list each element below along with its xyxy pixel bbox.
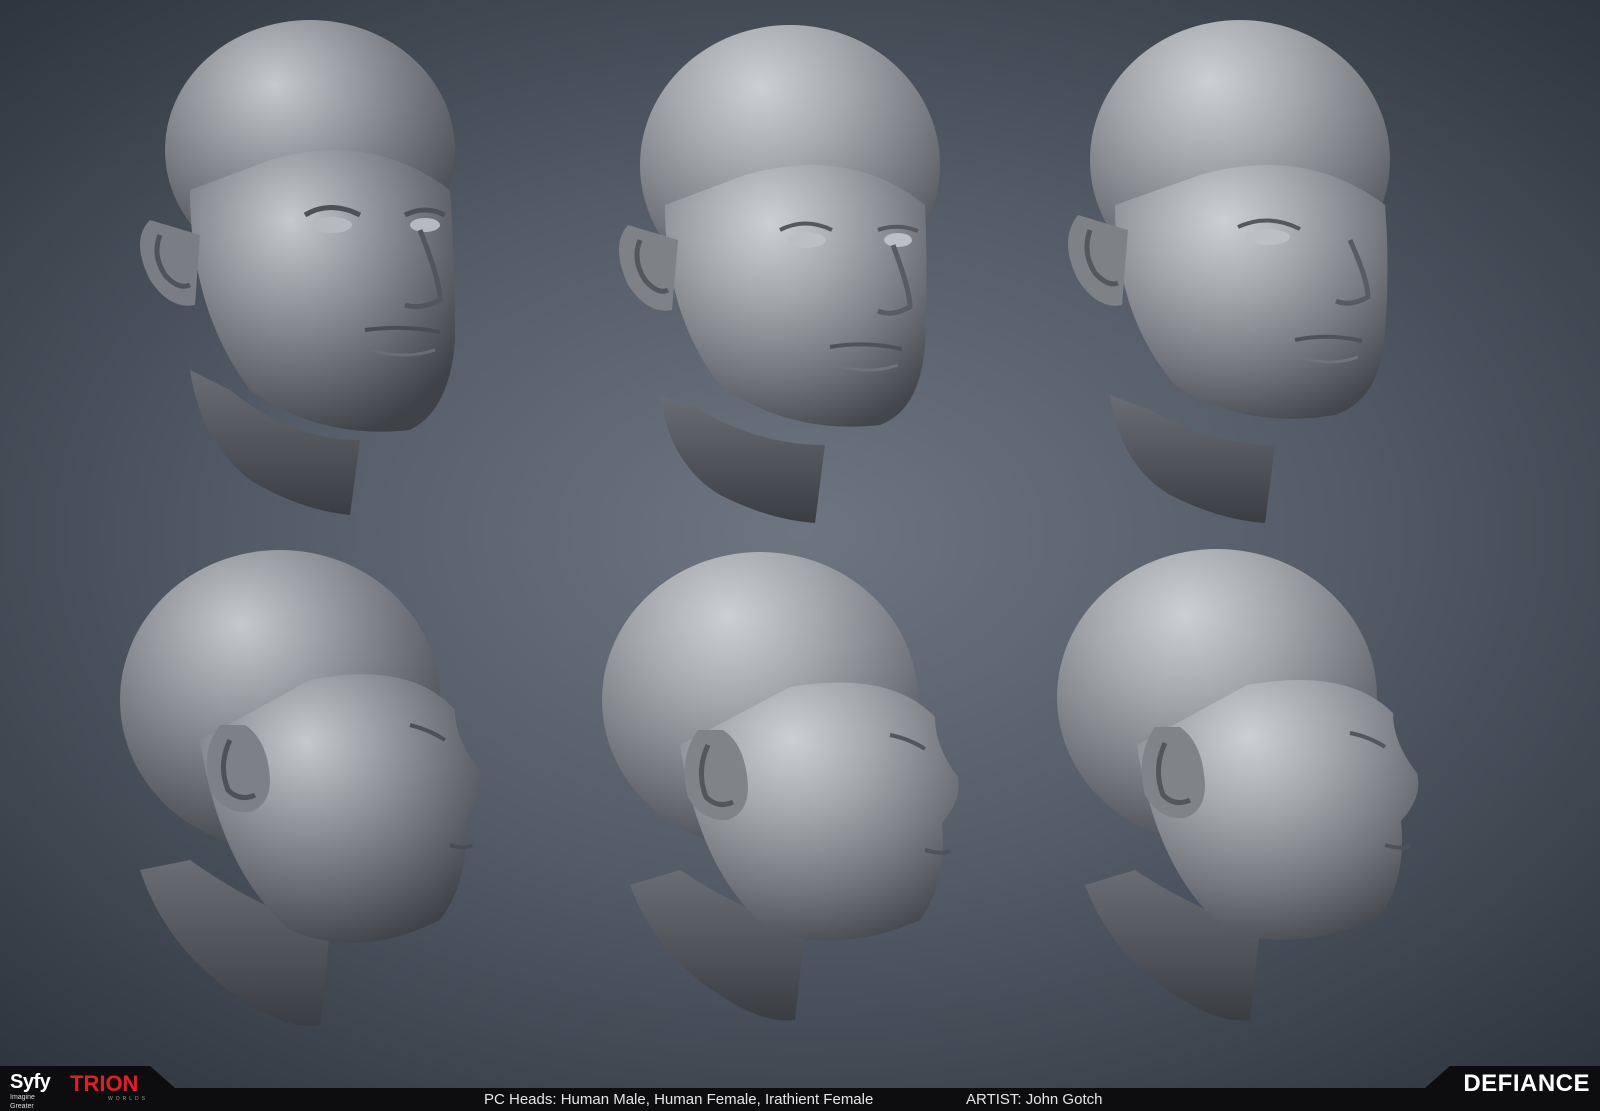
head-irathient-female-profile: [1045, 545, 1445, 1065]
trion-logo: TRION WORLDS: [70, 1071, 160, 1103]
trion-logo-word: TRION: [70, 1071, 139, 1096]
sculpt-human-male-profile: [120, 550, 481, 1026]
sculpt-human-female-3q: [619, 25, 940, 523]
sculpt-irathient-female-profile: [1057, 549, 1419, 1021]
sculpt-irathient-female-3q: [1068, 20, 1390, 523]
head-human-female-profile: [590, 545, 990, 1065]
sculpt-human-male-3q: [140, 20, 455, 515]
footer-caption: PC Heads: Human Male, Human Female, Irat…: [484, 1091, 874, 1108]
head-irathient-female-three-quarter: [1050, 15, 1450, 535]
art-presentation: Syfy Imagine Greater TRION WORLDS PC Hea…: [0, 0, 1600, 1111]
trion-logo-sub: WORLDS: [108, 1096, 148, 1102]
syfy-logo: Syfy Imagine Greater: [10, 1071, 60, 1110]
head-human-male-profile: [110, 540, 510, 1060]
footer-artist-credit: ARTIST: John Gotch: [966, 1091, 1103, 1108]
defiance-logo: DEFIANCE: [1463, 1070, 1590, 1097]
syfy-logo-tagline: Imagine Greater: [10, 1094, 35, 1110]
head-human-male-three-quarter: [120, 10, 520, 530]
head-human-female-three-quarter: [600, 15, 1000, 535]
sculpt-human-female-profile: [602, 552, 959, 1021]
syfy-logo-word: Syfy: [10, 1071, 51, 1093]
